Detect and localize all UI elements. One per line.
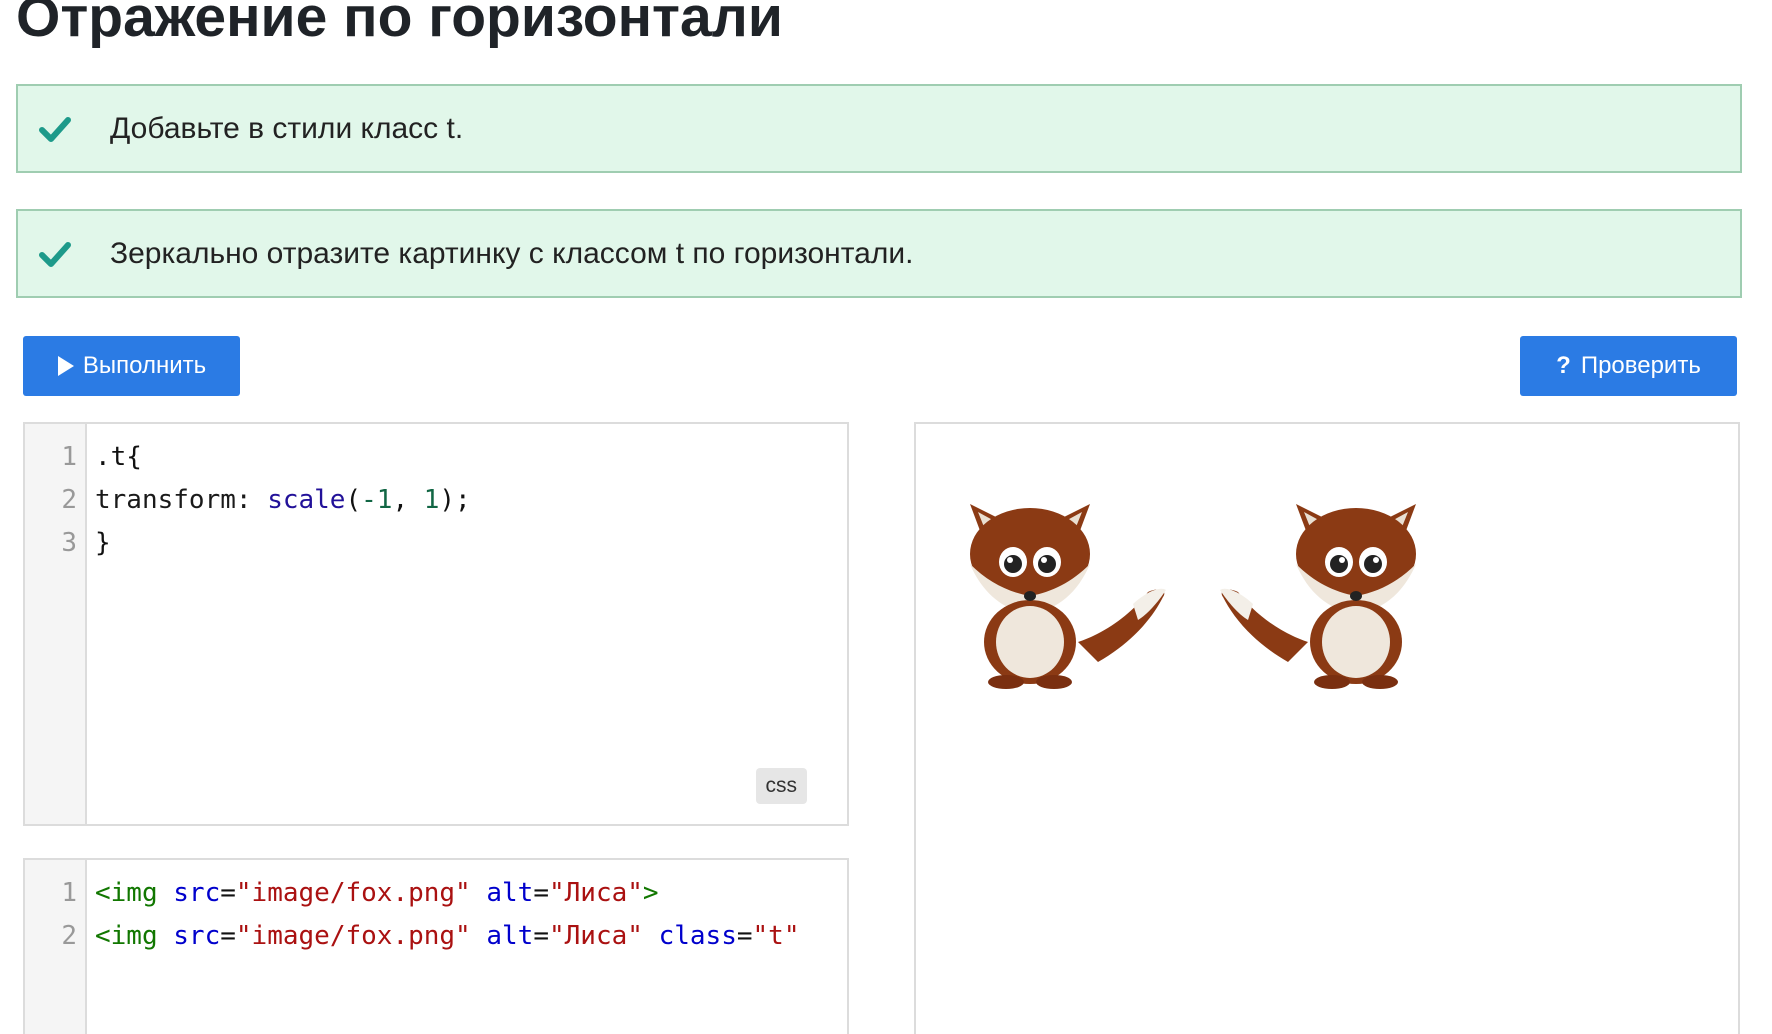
html-editor[interactable]: 1 <img src="image/fox.png" alt="Лиса"> 2 <i… bbox=[23, 858, 849, 1034]
code-line[interactable]: 3} bbox=[25, 522, 847, 565]
checkmark-icon bbox=[39, 116, 71, 142]
css-editor[interactable]: 1 .t{2 transform: scale(-1, 1); 3} css bbox=[23, 422, 849, 826]
task-item-1: Добавьте в стили класс t. bbox=[16, 84, 1742, 173]
task-text: Добавьте в стили класс t. bbox=[110, 111, 464, 145]
code-token: src bbox=[173, 878, 221, 908]
page-title: Отражение по горизонтали bbox=[16, 0, 783, 49]
code-text: <img src="image/fox.png" alt="Лиса"> bbox=[77, 872, 659, 915]
line-number: 1 bbox=[61, 878, 77, 908]
page: Отражение по горизонтали Добавьте в стил… bbox=[0, 0, 1772, 1034]
code-token: -1 bbox=[361, 485, 393, 515]
language-badge: css bbox=[755, 768, 807, 804]
code-token: "image/fox.png" bbox=[235, 878, 471, 908]
code-token: .t{ bbox=[95, 442, 142, 472]
code-token: alt bbox=[486, 921, 534, 951]
run-button[interactable]: Выполнить bbox=[23, 336, 240, 396]
line-number: 1 bbox=[61, 442, 77, 472]
result-preview bbox=[914, 422, 1740, 1034]
code-token: class bbox=[658, 921, 737, 951]
line-number: 2 bbox=[61, 921, 77, 951]
line-number: 3 bbox=[61, 528, 77, 558]
check-button-label: Проверить bbox=[1580, 352, 1701, 379]
code-token: "image/fox.png" bbox=[235, 921, 471, 951]
code-line[interactable]: 1 <img src="image/fox.png" alt="Лиса"> bbox=[25, 872, 847, 915]
code-area[interactable]: 1 .t{2 transform: scale(-1, 1); 3} bbox=[25, 436, 847, 565]
code-line[interactable]: 2 <img src="image/fox.png" alt="Лиса" cla… bbox=[25, 915, 847, 958]
code-token: = bbox=[736, 921, 753, 951]
code-token: ( bbox=[345, 485, 362, 515]
fox-image-mirrored bbox=[1220, 504, 1416, 689]
fox-image bbox=[970, 504, 1166, 689]
check-button[interactable]: ? Проверить bbox=[1520, 336, 1737, 396]
code-token: transform: bbox=[95, 485, 268, 515]
code-token: , bbox=[392, 485, 424, 515]
code-token: <img bbox=[95, 921, 174, 951]
task-item-2: Зеркально отразите картинку с классом t … bbox=[16, 209, 1742, 298]
code-token: "Лиса" bbox=[549, 878, 643, 908]
code-token: 1 bbox=[423, 485, 440, 515]
code-token: "Лиса" bbox=[549, 921, 643, 951]
code-line[interactable]: 2 transform: scale(-1, 1); bbox=[25, 479, 847, 522]
question-icon: ? bbox=[1556, 352, 1571, 379]
code-token: = bbox=[533, 921, 549, 951]
code-token: ); bbox=[439, 485, 471, 515]
code-line[interactable]: 1 .t{ bbox=[25, 436, 847, 479]
code-text: <img src="image/fox.png" alt="Лиса" clas… bbox=[77, 915, 799, 958]
play-icon bbox=[57, 356, 74, 376]
code-token: alt bbox=[486, 878, 534, 908]
code-token: = bbox=[533, 878, 549, 908]
checkmark-icon bbox=[39, 241, 71, 267]
code-text: transform: scale(-1, 1); bbox=[77, 479, 471, 522]
code-text: } bbox=[77, 522, 111, 565]
run-button-label: Выполнить bbox=[82, 352, 207, 379]
code-token: } bbox=[95, 528, 111, 558]
line-number: 2 bbox=[61, 485, 77, 515]
code-token: <img bbox=[95, 878, 174, 908]
code-token: = bbox=[220, 878, 236, 908]
code-token: src bbox=[173, 921, 221, 951]
code-token: > bbox=[642, 878, 659, 908]
code-text: .t{ bbox=[77, 436, 142, 479]
code-token: "t" bbox=[752, 921, 800, 951]
code-area[interactable]: 1 <img src="image/fox.png" alt="Лиса"> 2 <i… bbox=[25, 872, 847, 958]
code-token: = bbox=[220, 921, 236, 951]
code-token: scale bbox=[267, 485, 346, 515]
task-text: Зеркально отразите картинку с классом t … bbox=[110, 236, 914, 270]
